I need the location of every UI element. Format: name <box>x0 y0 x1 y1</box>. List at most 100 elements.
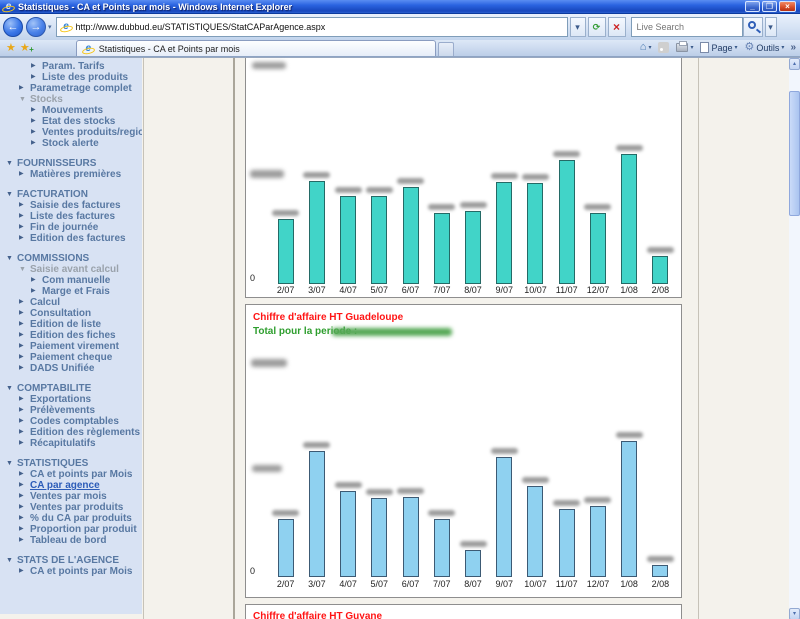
collapse-icon[interactable]: ▼ <box>6 189 17 200</box>
sidebar-item[interactable]: ▼FACTURATION <box>0 189 142 200</box>
sidebar-item[interactable]: ▶Prélèvements <box>0 405 142 416</box>
stop-button[interactable]: × <box>608 17 626 37</box>
sidebar-item[interactable]: ▶CA et points par Mois <box>0 566 142 577</box>
sidebar-item[interactable]: ▶Edition de liste <box>0 319 142 330</box>
home-button[interactable]: ⌂ ▾ <box>637 40 655 55</box>
sidebar-item[interactable]: ▶Ventes par produits <box>0 502 142 513</box>
expand-icon[interactable]: ▶ <box>31 61 42 72</box>
expand-icon[interactable]: ▶ <box>31 275 42 286</box>
expand-icon[interactable]: ▶ <box>19 319 30 330</box>
restore-button[interactable]: ❐ <box>762 1 777 12</box>
sidebar-item[interactable]: ▼COMMISSIONS <box>0 253 142 264</box>
expand-icon[interactable]: ▶ <box>19 222 30 233</box>
print-button[interactable]: ▾ <box>673 40 696 55</box>
sidebar-item[interactable]: ▶Liste des factures <box>0 211 142 222</box>
sidebar-item[interactable]: ▶DADS Unifiée <box>0 363 142 374</box>
sidebar-item[interactable]: ▼STATISTIQUES <box>0 458 142 469</box>
sidebar-item[interactable]: ▶Mouvements <box>0 105 142 116</box>
collapse-icon[interactable]: ▼ <box>6 555 17 566</box>
sidebar-item[interactable]: ▶Edition des factures <box>0 233 142 244</box>
expand-icon[interactable]: ▶ <box>19 83 30 94</box>
sidebar-item[interactable]: ▶Parametrage complet <box>0 83 142 94</box>
sidebar-item[interactable]: ▶Com manuelle <box>0 275 142 286</box>
search-box[interactable] <box>631 17 743 37</box>
sidebar-item[interactable]: ▶% du CA par produits <box>0 513 142 524</box>
page-tab[interactable]: e Statistiques - CA et Points par mois <box>76 40 436 56</box>
address-bar[interactable]: e http://www.dubbud.eu/STATISTIQUES/Stat… <box>56 17 568 37</box>
expand-icon[interactable]: ▶ <box>19 330 30 341</box>
collapse-icon[interactable]: ▼ <box>6 253 17 264</box>
collapse-icon[interactable]: ▼ <box>19 94 30 105</box>
sidebar-item[interactable]: ▶Stock alerte <box>0 138 142 149</box>
expand-icon[interactable]: ▶ <box>19 363 30 374</box>
tools-menu-button[interactable]: ⚙ Outils ▾ <box>742 40 788 55</box>
refresh-button[interactable]: ⟳ <box>588 17 606 37</box>
expand-icon[interactable]: ▶ <box>19 394 30 405</box>
expand-icon[interactable]: ▶ <box>19 438 30 449</box>
expand-icon[interactable]: ▶ <box>19 308 30 319</box>
expand-icon[interactable]: ▶ <box>19 491 30 502</box>
close-button[interactable]: × <box>779 1 796 12</box>
expand-icon[interactable]: ▶ <box>19 405 30 416</box>
sidebar-item[interactable]: ▶Marge et Frais <box>0 286 142 297</box>
expand-icon[interactable]: ▶ <box>19 480 30 491</box>
address-dropdown-button[interactable]: ▾ <box>570 17 586 37</box>
search-button[interactable] <box>743 17 763 37</box>
collapse-icon[interactable]: ▼ <box>6 158 17 169</box>
sidebar-item[interactable]: ▶Récapitulatifs <box>0 438 142 449</box>
sidebar-item[interactable]: ▶Ventes produits/region <box>0 127 142 138</box>
expand-icon[interactable]: ▶ <box>19 535 30 546</box>
expand-icon[interactable]: ▶ <box>19 427 30 438</box>
toolbar-overflow-chevron[interactable]: » <box>790 42 796 53</box>
expand-icon[interactable]: ▶ <box>31 138 42 149</box>
sidebar-item[interactable]: ▶Liste des produits <box>0 72 142 83</box>
new-tab-stub[interactable] <box>438 42 454 56</box>
forward-button[interactable]: → <box>26 17 46 37</box>
sidebar-item[interactable]: ▶Edition des règlements <box>0 427 142 438</box>
sidebar-item[interactable]: ▶Fin de journée <box>0 222 142 233</box>
page-menu-button[interactable]: Page ▾ <box>697 40 740 55</box>
sidebar-item[interactable]: ▼STATS DE L'AGENCE <box>0 555 142 566</box>
minimize-button[interactable]: _ <box>745 1 760 12</box>
sidebar-item[interactable]: ▶CA et points par Mois <box>0 469 142 480</box>
sidebar-item[interactable]: ▼FOURNISSEURS <box>0 158 142 169</box>
expand-icon[interactable]: ▶ <box>31 116 42 127</box>
sidebar-item[interactable]: ▶Proportion par produit <box>0 524 142 535</box>
sidebar-item[interactable]: ▶Ventes par mois <box>0 491 142 502</box>
expand-icon[interactable]: ▶ <box>19 416 30 427</box>
back-button[interactable]: ← <box>3 17 23 37</box>
sidebar-item[interactable]: ▶Codes comptables <box>0 416 142 427</box>
sidebar-item[interactable]: ▶Saisie des factures <box>0 200 142 211</box>
add-favorite-button[interactable]: ★ <box>20 41 30 54</box>
expand-icon[interactable]: ▶ <box>31 286 42 297</box>
sidebar-item[interactable]: ▼COMPTABILITE <box>0 383 142 394</box>
expand-icon[interactable]: ▶ <box>19 233 30 244</box>
expand-icon[interactable]: ▶ <box>19 200 30 211</box>
sidebar-item[interactable]: ▶CA par agence <box>0 480 142 491</box>
collapse-icon[interactable]: ▼ <box>6 458 17 469</box>
sidebar-item[interactable]: ▶Matières premières <box>0 169 142 180</box>
sidebar-item[interactable]: ▶Edition des fiches <box>0 330 142 341</box>
sidebar-item[interactable]: ▼Saisie avant calcul <box>0 264 142 275</box>
address-url[interactable]: http://www.dubbud.eu/STATISTIQUES/StatCA… <box>76 22 326 32</box>
expand-icon[interactable]: ▶ <box>19 469 30 480</box>
history-dropdown-icon[interactable]: ▾ <box>48 23 52 31</box>
expand-icon[interactable]: ▶ <box>19 513 30 524</box>
sidebar-item[interactable]: ▶Tableau de bord <box>0 535 142 546</box>
expand-icon[interactable]: ▶ <box>19 341 30 352</box>
sidebar-item[interactable]: ▶Consultation <box>0 308 142 319</box>
sidebar-item[interactable]: ▶Etat des stocks <box>0 116 142 127</box>
scrollbar-up-button[interactable]: ▴ <box>789 58 800 70</box>
expand-icon[interactable]: ▶ <box>19 502 30 513</box>
scrollbar-thumb[interactable] <box>789 91 800 216</box>
expand-icon[interactable]: ▶ <box>19 566 30 577</box>
expand-icon[interactable]: ▶ <box>31 127 42 138</box>
sidebar-item[interactable]: ▶Exportations <box>0 394 142 405</box>
feeds-button[interactable] <box>655 40 672 55</box>
expand-icon[interactable]: ▶ <box>19 297 30 308</box>
collapse-icon[interactable]: ▼ <box>6 383 17 394</box>
vertical-scrollbar[interactable]: ▴ ▾ <box>789 58 800 619</box>
sidebar-item[interactable]: ▶Calcul <box>0 297 142 308</box>
favorites-center-button[interactable]: ★ <box>6 41 16 54</box>
search-dropdown-button[interactable]: ▾ <box>765 17 777 37</box>
